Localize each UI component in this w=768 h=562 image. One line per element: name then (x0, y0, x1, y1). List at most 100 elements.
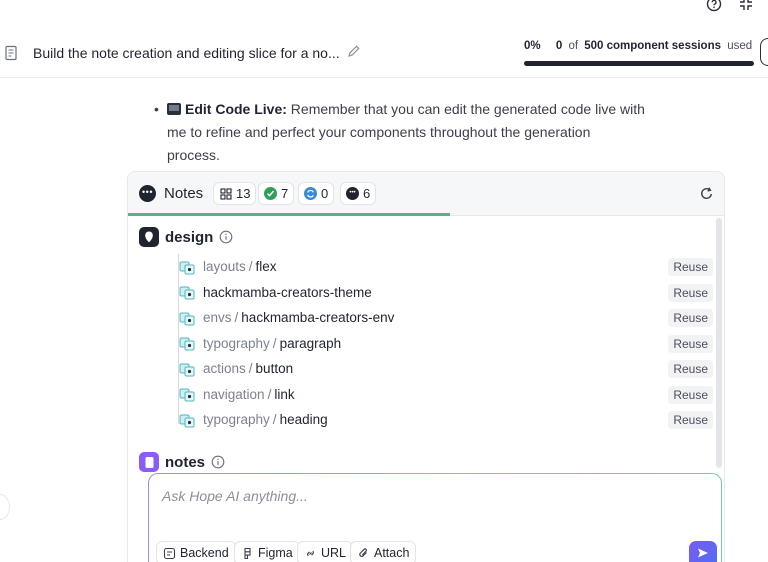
component-namespace: typography (203, 335, 270, 351)
usage-progress-bar (524, 61, 754, 66)
component-row[interactable]: navigation / link Reuse (175, 382, 715, 408)
usage-suffix: used (727, 40, 753, 52)
success-count: 7 (281, 186, 289, 201)
scrollbar[interactable] (716, 218, 722, 468)
url-button[interactable]: URL (297, 541, 354, 562)
component-name: layouts / flex (203, 259, 277, 274)
component-name: envs / hackmamba-creators-env (203, 310, 394, 325)
section-design-title: design (165, 228, 214, 246)
ellipsis-icon: ••• (346, 187, 359, 200)
component-row[interactable]: envs / hackmamba-creators-env Reuse (175, 305, 715, 331)
success-count-chip[interactable]: 7 (258, 182, 295, 205)
section-notes[interactable]: notes (139, 452, 225, 472)
laptop-icon (167, 103, 181, 115)
component-row[interactable]: layouts / flex Reuse (175, 254, 715, 280)
reuse-badge[interactable]: Reuse (668, 385, 713, 404)
component-leaf-name: button (255, 361, 294, 377)
assistant-message: • Edit Code Live: Remember that you can … (154, 98, 654, 167)
session-title[interactable]: Build the note creation and editing slic… (33, 45, 340, 61)
backend-button[interactable]: Backend (156, 541, 236, 562)
pending-count: 0 (321, 186, 329, 201)
edit-title-icon[interactable] (346, 44, 361, 59)
more-dots-icon[interactable]: ••• (139, 185, 156, 202)
check-icon (264, 187, 277, 200)
components-count: 13 (236, 186, 251, 201)
backend-label: Backend (180, 546, 229, 560)
other-count: 6 (363, 186, 371, 201)
panel-label: Notes (164, 185, 204, 202)
usage-of: of (568, 40, 579, 52)
component-leaf-name: heading (279, 412, 328, 428)
component-separator: / (272, 412, 277, 428)
component-namespace: envs (203, 310, 232, 326)
attach-button[interactable]: Attach (350, 541, 417, 562)
reuse-badge[interactable]: Reuse (668, 258, 713, 276)
component-icon (179, 284, 195, 300)
link-icon (304, 547, 317, 560)
section-design[interactable]: design (139, 227, 233, 247)
figma-button[interactable]: Figma (234, 541, 300, 562)
refresh-icon[interactable] (699, 186, 714, 201)
component-separator: / (248, 361, 253, 377)
reuse-badge[interactable]: Reuse (668, 283, 713, 302)
component-leaf-name: hackmamba-creators-env (241, 310, 395, 326)
message-line-1: Edit Code Live: Remember that you can ed… (154, 98, 654, 121)
component-icon (179, 386, 195, 402)
message-title: Edit Code Live: (185, 101, 287, 117)
component-separator: / (248, 259, 253, 275)
component-name: actions / button (203, 361, 293, 376)
component-separator: / (272, 335, 277, 351)
figma-icon (241, 547, 254, 560)
component-name: hackmamba-creators-theme (203, 285, 372, 300)
component-leaf-name: link (274, 386, 295, 402)
generation-progress-line (128, 213, 450, 216)
component-row[interactable]: actions / button Reuse (175, 356, 715, 382)
url-label: URL (321, 546, 347, 560)
chat-header: Build the note creation and editing slic… (0, 30, 768, 78)
component-row[interactable]: hackmamba-creators-theme Reuse (175, 280, 715, 306)
send-icon (696, 546, 710, 562)
usage-used: 0 (555, 40, 563, 52)
component-separator: / (267, 386, 272, 402)
pending-count-chip[interactable]: 0 (298, 182, 335, 205)
paperclip-icon (357, 547, 370, 560)
component-icon (179, 259, 195, 275)
component-icon (179, 361, 195, 377)
reuse-badge[interactable]: Reuse (668, 309, 713, 327)
component-row[interactable]: typography / heading Reuse (175, 407, 715, 433)
help-icon[interactable] (706, 0, 722, 12)
info-icon[interactable] (211, 455, 225, 469)
component-icon (179, 335, 195, 351)
panel-header: ••• Notes 13 7 0 ••• 6 (128, 172, 724, 216)
usage-percent: 0% (524, 40, 541, 52)
collapse-icon[interactable] (738, 0, 754, 12)
prompt-composer[interactable]: Ask Hope AI anything... Backend Figma UR… (148, 473, 722, 562)
component-icon (179, 412, 195, 428)
component-row[interactable]: typography / paragraph Reuse (175, 331, 715, 357)
component-name: typography / heading (203, 412, 328, 427)
left-edge-handle[interactable] (0, 494, 10, 520)
database-icon (163, 547, 176, 560)
component-name: navigation / link (203, 387, 295, 402)
prompt-placeholder[interactable]: Ask Hope AI anything... (162, 488, 308, 504)
component-namespace: layouts (203, 259, 246, 275)
message-text-2: me to refine and perfect your components… (167, 124, 591, 140)
document-icon (4, 45, 18, 61)
component-leaf-name: flex (255, 259, 277, 275)
side-panel-toggle[interactable] (760, 38, 768, 66)
figma-label: Figma (258, 546, 293, 560)
reuse-badge[interactable]: Reuse (668, 360, 713, 378)
info-icon[interactable] (219, 230, 233, 244)
reuse-badge[interactable]: Reuse (668, 411, 713, 429)
usage-limit: 500 component sessions (584, 40, 722, 52)
notes-scope-icon (139, 452, 159, 472)
attach-label: Attach (374, 546, 410, 560)
component-separator: / (234, 310, 239, 326)
component-name: typography / paragraph (203, 336, 341, 351)
components-count-chip[interactable]: 13 (213, 182, 257, 205)
section-notes-title: notes (165, 453, 206, 471)
reuse-badge[interactable]: Reuse (668, 334, 713, 353)
other-count-chip[interactable]: ••• 6 (340, 182, 377, 205)
component-icon (179, 310, 195, 326)
send-button[interactable] (689, 541, 717, 562)
